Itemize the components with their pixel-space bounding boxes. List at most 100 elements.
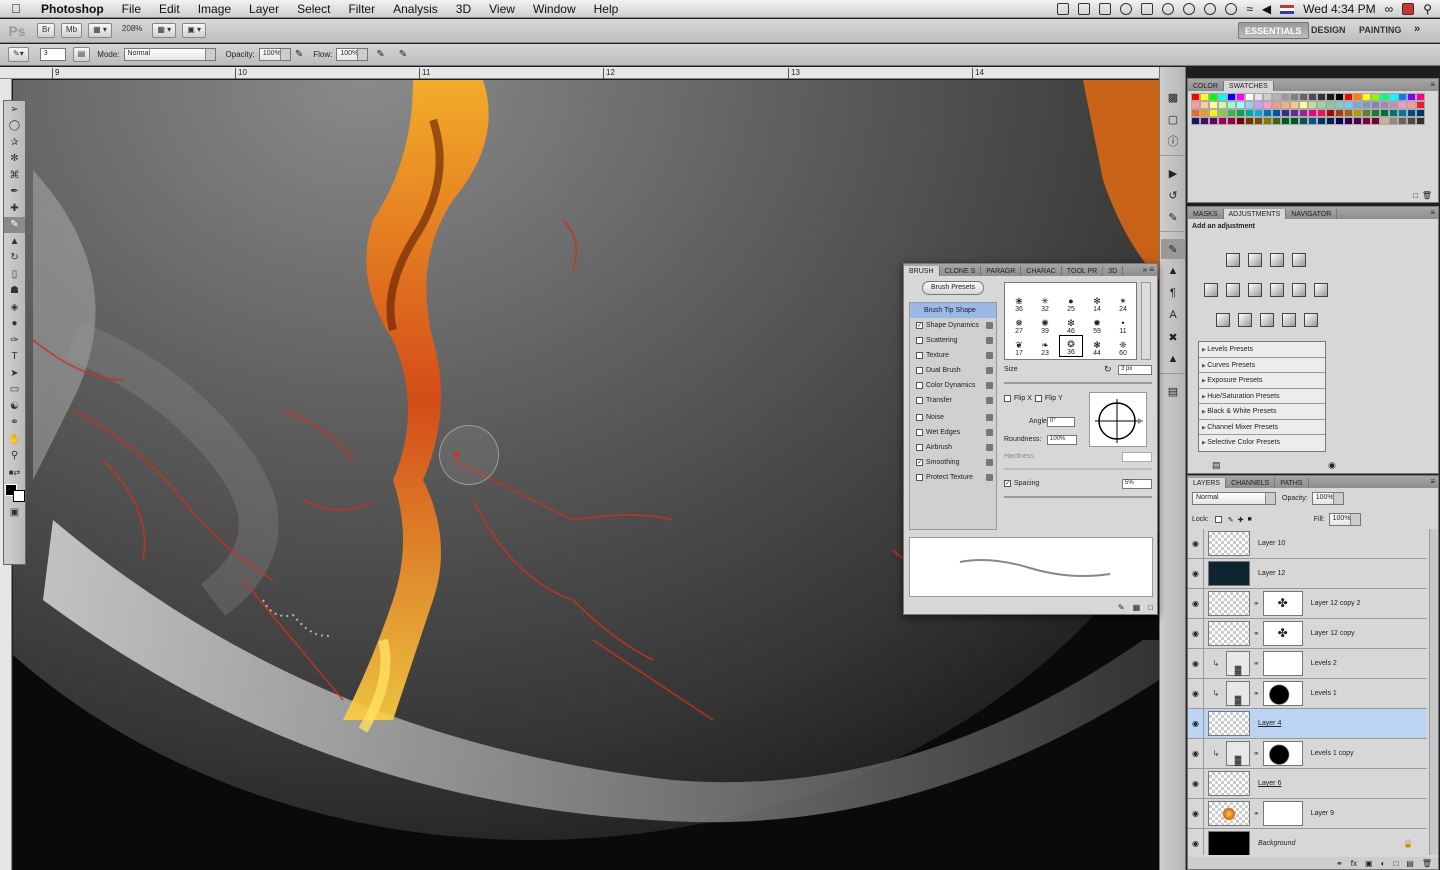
color-swatch[interactable]	[1209, 93, 1218, 101]
layer-thumbnail[interactable]	[1208, 831, 1250, 855]
type-tool-icon[interactable]: T	[4, 349, 25, 366]
volume-icon[interactable]: ◀	[1262, 2, 1271, 16]
tab-tool-presets[interactable]: TOOL PR	[1062, 266, 1104, 276]
invert-icon[interactable]	[1216, 313, 1230, 327]
panel-menu-icon[interactable]: ≡	[1430, 80, 1435, 89]
size-field[interactable]: 3 px	[1118, 365, 1152, 375]
color-swatch[interactable]	[1290, 117, 1299, 125]
layer-thumbnail[interactable]	[1208, 591, 1250, 616]
menu-select[interactable]: Select	[288, 2, 339, 16]
hand-tool-icon[interactable]: ✋	[4, 431, 25, 448]
menu-3d[interactable]: 3D	[447, 2, 480, 16]
color-swatch[interactable]	[1200, 117, 1209, 125]
actions-icon[interactable]: ▶	[1161, 163, 1185, 183]
blur-tool-icon[interactable]: ◈	[4, 299, 25, 316]
color-swatch[interactable]	[1200, 109, 1209, 117]
panel-menu-icon[interactable]: ≡	[1430, 477, 1435, 486]
us-flag-icon[interactable]	[1280, 4, 1295, 14]
healing-brush-tool-icon[interactable]: ✚	[4, 200, 25, 217]
layer-opacity-field[interactable]: 100%	[1311, 492, 1344, 505]
brush-option[interactable]: ✓ Smoothing	[910, 455, 996, 470]
layer-thumbnail[interactable]	[1208, 771, 1250, 796]
delete-swatch-icon[interactable]: 🗑	[1422, 191, 1432, 200]
mask-link-icon[interactable]: ⚭	[1253, 809, 1260, 818]
color-swatch[interactable]	[1263, 109, 1272, 117]
tab-swatches[interactable]: SWATCHES	[1223, 81, 1274, 91]
threshold-icon[interactable]	[1260, 313, 1274, 327]
layer-name[interactable]: Layer 12 copy	[1311, 630, 1355, 637]
workspace-essentials[interactable]: ESSENTIALS	[1238, 22, 1309, 39]
color-swatch[interactable]	[1317, 93, 1326, 101]
evernote-icon[interactable]	[1078, 3, 1091, 15]
color-swatch[interactable]	[1236, 93, 1245, 101]
notes-icon[interactable]: ▤	[1161, 381, 1185, 401]
bridge-button[interactable]: Br	[37, 23, 55, 38]
color-swatch[interactable]	[1299, 117, 1308, 125]
color-swatch[interactable]	[1416, 93, 1425, 101]
color-swatch[interactable]	[1389, 101, 1398, 109]
new-adjustment-icon[interactable]: ◐	[1381, 859, 1386, 868]
color-swatch[interactable]	[1200, 93, 1209, 101]
brush-tip[interactable]: ❅ 27	[1007, 313, 1031, 336]
tab-3d[interactable]: 3D	[1103, 266, 1124, 276]
levels-adjustment-icon[interactable]: ▓	[1226, 681, 1250, 706]
color-swatch[interactable]	[1209, 101, 1218, 109]
brush-tip[interactable]: ❇ 46	[1059, 313, 1083, 336]
color-swatch[interactable]	[1335, 117, 1344, 125]
color-swatch[interactable]	[1335, 93, 1344, 101]
exposure-icon[interactable]	[1292, 253, 1306, 267]
levels-icon[interactable]	[1248, 253, 1262, 267]
zoom-level[interactable]: 208%	[118, 23, 146, 38]
tab-channels[interactable]: CHANNELS	[1226, 478, 1276, 488]
user-icon[interactable]	[1402, 3, 1415, 15]
color-swatch[interactable]	[1281, 109, 1290, 117]
time-machine-icon[interactable]	[1183, 3, 1196, 15]
paragraph-icon[interactable]: ¶	[1161, 283, 1185, 303]
preset-curves[interactable]: Curves Presets	[1199, 358, 1325, 373]
arrange-documents-button[interactable]: ▦ ▾	[152, 23, 177, 38]
layer-visibility-eye-icon[interactable]: ◉	[1188, 529, 1204, 558]
layer-name[interactable]: Levels 1	[1311, 690, 1337, 697]
color-swatch[interactable]	[1263, 101, 1272, 109]
pen-tool-icon[interactable]: ✑	[4, 332, 25, 349]
color-swatch[interactable]	[1209, 117, 1218, 125]
color-swatch[interactable]	[1398, 109, 1407, 117]
color-swatch[interactable]	[1380, 109, 1389, 117]
layer-thumbnail[interactable]	[1208, 801, 1250, 826]
tab-masks[interactable]: MASKS	[1188, 209, 1224, 219]
layer-thumbnail[interactable]	[1208, 711, 1250, 736]
mask-link-icon[interactable]: ⚭	[1253, 659, 1260, 668]
reset-size-icon[interactable]: ↻	[1104, 364, 1112, 375]
color-swatch[interactable]	[1281, 101, 1290, 109]
new-brush-icon[interactable]: □	[1148, 603, 1153, 612]
paint-bucket-tool-icon[interactable]: ☗	[4, 283, 25, 300]
layer-visibility-eye-icon[interactable]: ◉	[1188, 679, 1204, 708]
color-swatch[interactable]	[1362, 109, 1371, 117]
menu-layer[interactable]: Layer	[240, 2, 288, 16]
color-swatch[interactable]	[1398, 101, 1407, 109]
brightness-contrast-icon[interactable]	[1226, 253, 1240, 267]
color-swatch[interactable]	[1344, 117, 1353, 125]
tab-color[interactable]: COLOR	[1188, 81, 1224, 91]
default-colors-icon[interactable]: ■⇄	[4, 464, 25, 481]
layer-thumbnail[interactable]	[1208, 561, 1250, 586]
brush-tip[interactable]: ❃ 44	[1085, 335, 1109, 358]
color-swatch[interactable]	[1317, 117, 1326, 125]
spacing-slider[interactable]	[1004, 496, 1152, 498]
color-swatch[interactable]	[1362, 93, 1371, 101]
lock-icon[interactable]	[986, 414, 993, 421]
layer-style-icon[interactable]: fx	[1351, 859, 1357, 868]
color-swatch[interactable]	[1299, 109, 1308, 117]
lock-pixels-icon[interactable]: ✎	[1228, 516, 1234, 524]
zoom-tool-icon[interactable]: ⚲	[4, 448, 25, 465]
lock-icon[interactable]	[986, 397, 993, 404]
color-swatch[interactable]	[1245, 93, 1254, 101]
lasso-tool-icon[interactable]: ✰	[4, 134, 25, 151]
tab-brush[interactable]: BRUSH	[904, 266, 940, 276]
curves-icon[interactable]	[1270, 253, 1284, 267]
tab-navigator[interactable]: NAVIGATOR	[1286, 209, 1338, 219]
preset-levels[interactable]: Levels Presets	[1199, 342, 1325, 358]
lock-icon[interactable]	[986, 429, 993, 436]
brush-tip[interactable]: ✺ 39	[1033, 313, 1057, 336]
color-swatch[interactable]	[1191, 101, 1200, 109]
